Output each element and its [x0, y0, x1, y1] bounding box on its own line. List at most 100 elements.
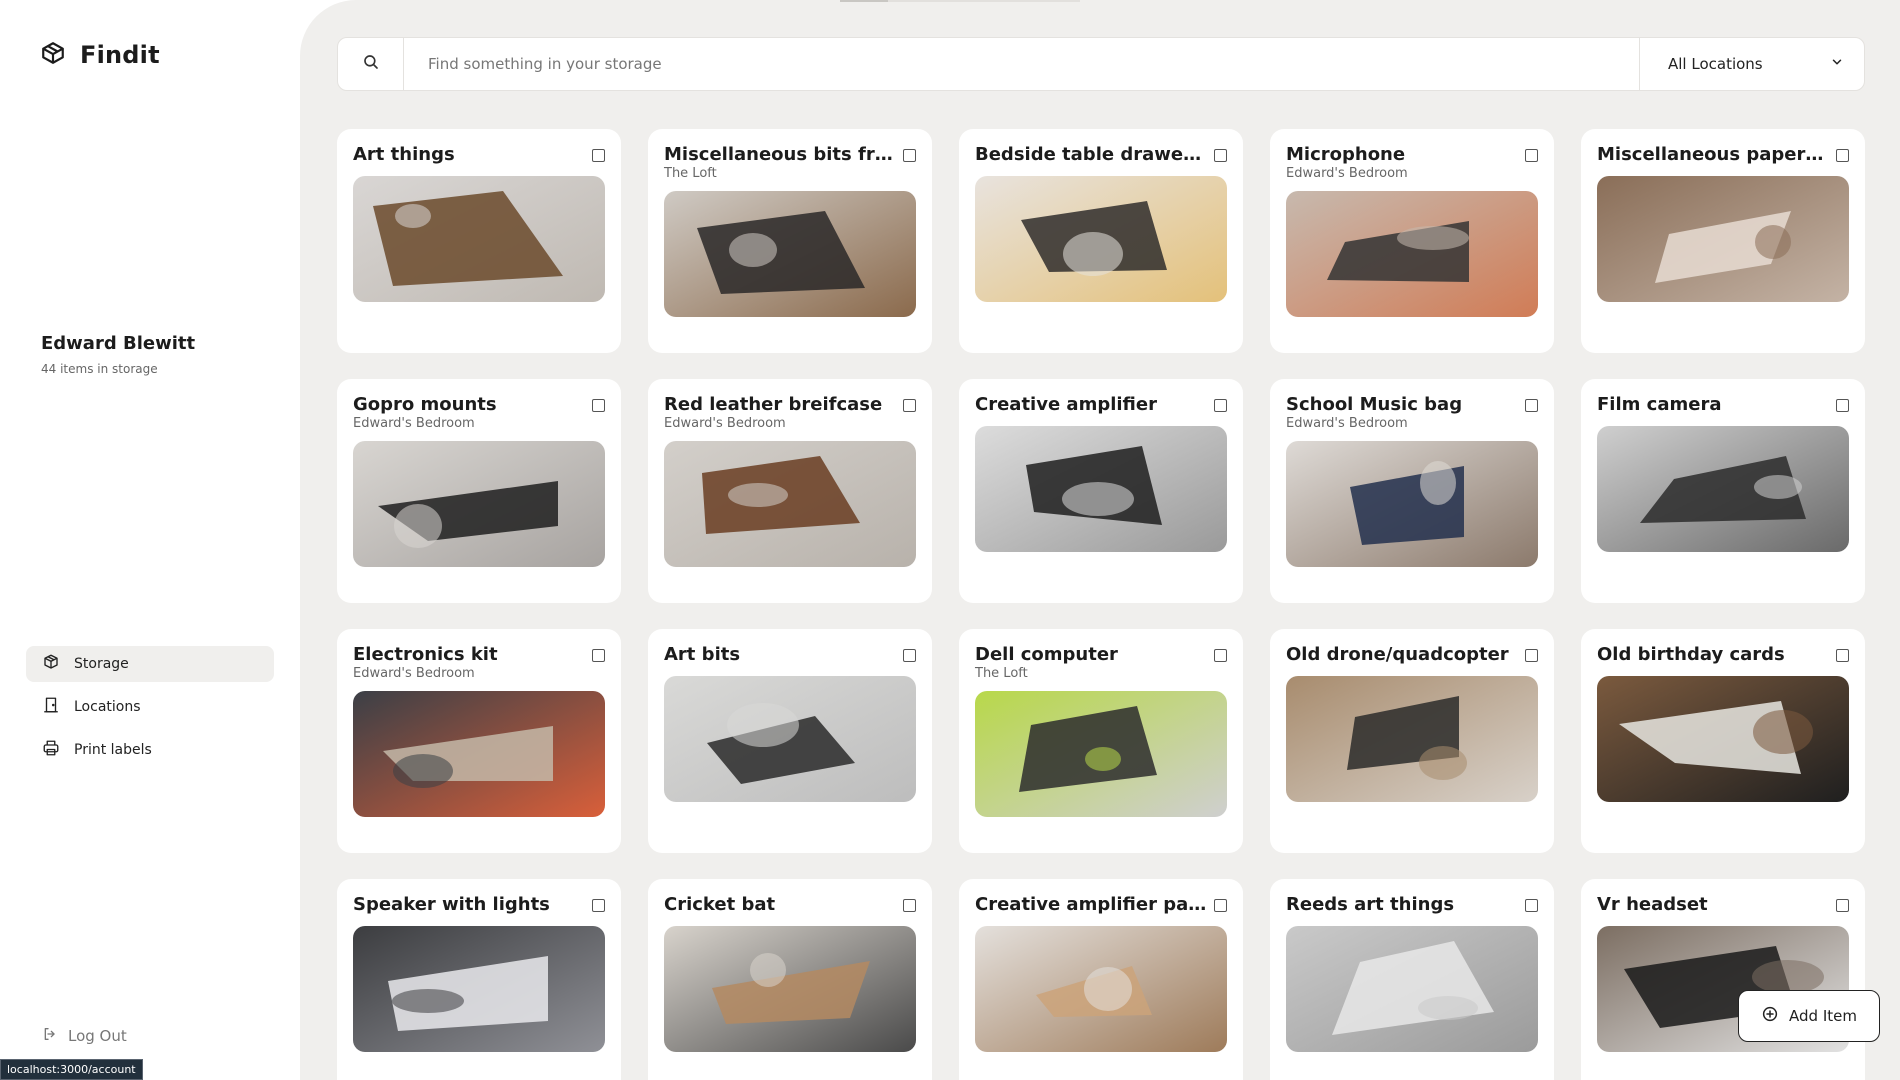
- item-location: The Loft: [664, 166, 717, 181]
- item-photo: [975, 176, 1227, 302]
- item-photo: [664, 926, 916, 1052]
- item-card[interactable]: Creative amplifier: [959, 379, 1243, 603]
- item-select-checkbox[interactable]: [1836, 649, 1849, 662]
- item-card[interactable]: Film camera: [1581, 379, 1865, 603]
- item-card[interactable]: Creative amplifier parts: [959, 879, 1243, 1080]
- item-select-checkbox[interactable]: [1836, 899, 1849, 912]
- item-card[interactable]: School Music bag Edward's Bedroom: [1270, 379, 1554, 603]
- item-select-checkbox[interactable]: [1525, 399, 1538, 412]
- item-select-checkbox[interactable]: [1836, 149, 1849, 162]
- item-title: School Music bag: [1286, 394, 1463, 415]
- item-photo: [353, 691, 605, 817]
- item-card-header: Cricket bat: [664, 894, 916, 916]
- item-card[interactable]: Dell computer The Loft: [959, 629, 1243, 853]
- app-root: Findit Edward Blewitt 44 items in storag…: [0, 0, 1900, 1080]
- item-select-checkbox[interactable]: [592, 399, 605, 412]
- location-filter-select[interactable]: All Locations: [1639, 38, 1864, 90]
- item-select-checkbox[interactable]: [592, 649, 605, 662]
- item-card-header: Old birthday cards: [1597, 644, 1849, 666]
- item-photo: [353, 176, 605, 302]
- item-card[interactable]: Art things: [337, 129, 621, 353]
- scroll-indicator: [840, 0, 1080, 2]
- item-card-header: Miscellaneous bits from...: [664, 144, 916, 166]
- sidebar: Findit Edward Blewitt 44 items in storag…: [0, 0, 300, 1080]
- item-card-header: Microphone: [1286, 144, 1538, 166]
- logout-label: Log Out: [68, 1027, 127, 1045]
- package-icon: [42, 653, 60, 675]
- item-card-header: Creative amplifier: [975, 394, 1227, 416]
- item-card[interactable]: Microphone Edward's Bedroom: [1270, 129, 1554, 353]
- item-photo: [1286, 676, 1538, 802]
- item-photo: [975, 691, 1227, 817]
- item-photo: [1597, 176, 1849, 302]
- add-item-label: Add Item: [1789, 1007, 1857, 1025]
- brand[interactable]: Findit: [40, 40, 160, 70]
- item-card-header: Old drone/quadcopter: [1286, 644, 1538, 666]
- item-select-checkbox[interactable]: [1214, 149, 1227, 162]
- main-content: All Locations Art things Miscellaneous bi…: [300, 0, 1900, 1080]
- item-select-checkbox[interactable]: [903, 149, 916, 162]
- item-photo: [1286, 441, 1538, 567]
- item-card[interactable]: Speaker with lights: [337, 879, 621, 1080]
- sidebar-item-locations[interactable]: Locations: [26, 689, 274, 725]
- item-select-checkbox[interactable]: [592, 149, 605, 162]
- item-photo: [664, 676, 916, 802]
- item-card[interactable]: Reeds art things: [1270, 879, 1554, 1080]
- sidebar-item-print-labels[interactable]: Print labels: [26, 732, 274, 768]
- item-title: Gopro mounts: [353, 394, 497, 415]
- item-location: Edward's Bedroom: [664, 416, 786, 431]
- item-photo: [975, 926, 1227, 1052]
- item-location: Edward's Bedroom: [353, 416, 475, 431]
- door-icon: [42, 696, 60, 718]
- item-title: Creative amplifier: [975, 394, 1157, 415]
- item-photo: [1597, 676, 1849, 802]
- item-select-checkbox[interactable]: [1214, 399, 1227, 412]
- item-card-header: Film camera: [1597, 394, 1849, 416]
- item-select-checkbox[interactable]: [1525, 149, 1538, 162]
- search-button[interactable]: [338, 38, 404, 90]
- item-select-checkbox[interactable]: [1836, 399, 1849, 412]
- item-card[interactable]: Cricket bat: [648, 879, 932, 1080]
- item-card[interactable]: Bedside table drawer bits: [959, 129, 1243, 353]
- item-select-checkbox[interactable]: [1214, 899, 1227, 912]
- search-input[interactable]: [404, 38, 1639, 90]
- items-count: 44 items in storage: [41, 362, 158, 376]
- item-select-checkbox[interactable]: [1214, 649, 1227, 662]
- item-card[interactable]: Electronics kit Edward's Bedroom: [337, 629, 621, 853]
- item-card[interactable]: Red leather breifcase Edward's Bedroom: [648, 379, 932, 603]
- item-grid: Art thingsMiscellaneous bits from...The …: [337, 129, 1865, 1080]
- item-title: Red leather breifcase: [664, 394, 883, 415]
- item-title: Bedside table drawer bits: [975, 144, 1207, 165]
- item-select-checkbox[interactable]: [903, 899, 916, 912]
- item-card[interactable]: Old birthday cards: [1581, 629, 1865, 853]
- item-title: Old birthday cards: [1597, 644, 1785, 665]
- item-card[interactable]: Miscellaneous bits from...The Loft: [648, 129, 932, 353]
- location-filter-value: All Locations: [1668, 55, 1763, 73]
- item-select-checkbox[interactable]: [1525, 649, 1538, 662]
- item-select-checkbox[interactable]: [592, 899, 605, 912]
- item-title: Cricket bat: [664, 894, 776, 915]
- item-card-header: Dell computer: [975, 644, 1227, 666]
- logout-button[interactable]: Log Out: [42, 1026, 127, 1046]
- item-location: The Loft: [975, 666, 1028, 681]
- item-title: Miscellaneous bits from...: [664, 144, 896, 165]
- item-card[interactable]: Old drone/quadcopter: [1270, 629, 1554, 853]
- item-select-checkbox[interactable]: [1525, 899, 1538, 912]
- sidebar-item-label: Print labels: [74, 742, 152, 758]
- item-photo: [975, 426, 1227, 552]
- item-select-checkbox[interactable]: [903, 399, 916, 412]
- item-card[interactable]: Vr headset: [1581, 879, 1865, 1080]
- item-photo: [1286, 191, 1538, 317]
- sidebar-item-storage[interactable]: Storage: [26, 646, 274, 682]
- add-item-button[interactable]: Add Item: [1738, 990, 1880, 1042]
- item-title: Art things: [353, 144, 455, 165]
- item-title: Art bits: [664, 644, 741, 665]
- item-card[interactable]: Miscellaneous paper fro...: [1581, 129, 1865, 353]
- sidebar-item-label: Storage: [74, 656, 129, 672]
- item-card-header: Bedside table drawer bits: [975, 144, 1227, 166]
- item-select-checkbox[interactable]: [903, 649, 916, 662]
- item-card[interactable]: Gopro mounts Edward's Bedroom: [337, 379, 621, 603]
- plus-circle-icon: [1761, 1005, 1779, 1027]
- item-card-header: Gopro mounts: [353, 394, 605, 416]
- item-card[interactable]: Art bits: [648, 629, 932, 853]
